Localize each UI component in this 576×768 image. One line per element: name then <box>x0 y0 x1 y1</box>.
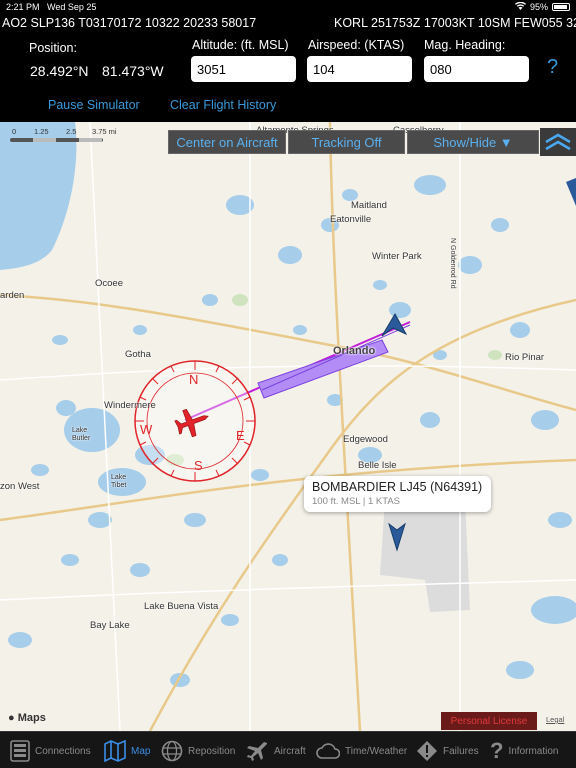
status-right: 95% <box>514 1 570 12</box>
show-hide-button[interactable]: Show/Hide ▼ <box>407 130 539 154</box>
place-label: Belle Isle <box>358 460 397 471</box>
longitude-value: 81.473°W <box>102 63 164 79</box>
legal-link[interactable]: Legal <box>546 715 564 724</box>
apple-logo-icon: ● <box>8 712 15 724</box>
battery-icon <box>552 3 570 11</box>
tab-aircraft[interactable]: Aircraft <box>245 738 306 764</box>
airplane-icon <box>247 742 267 761</box>
wifi-icon <box>514 1 526 12</box>
place-label: zon West <box>0 481 40 492</box>
metar-ticker: AO2 SLP136 T03170172 10322 20233 58017 K… <box>0 16 576 32</box>
compass-rose: N S E W <box>134 360 256 482</box>
tab-time-weather[interactable]: Time/Weather <box>316 738 407 764</box>
maps-attribution: ● Maps <box>8 712 46 724</box>
map-view[interactable]: N S E W Altamonte Springs Casselberry Ma… <box>0 122 576 731</box>
tab-label: Aircraft <box>274 745 306 757</box>
question-icon: ? <box>490 738 504 763</box>
latitude-value: 28.492°N <box>30 63 89 79</box>
place-label: Ocoee <box>95 278 123 289</box>
place-label: Windermere <box>104 400 156 411</box>
scale-tick-1: 1.25 <box>34 127 49 136</box>
app-window: { "status_bar": {"time": "2:21 PM", "dat… <box>0 0 576 768</box>
pause-simulator-button[interactable]: Pause Simulator <box>48 98 140 112</box>
scale-tick-0: 0 <box>12 127 17 136</box>
airspeed-label: Airspeed: (KTAS) <box>308 38 405 52</box>
traffic-callout-detail: 100 ft. MSL | 1 KTAS <box>312 496 401 507</box>
place-label: Maitland <box>351 200 387 211</box>
personal-license-badge: Personal License <box>441 712 537 730</box>
status-bar: 2:21 PM Wed Sep 25 95% <box>0 0 576 14</box>
tab-failures[interactable]: Failures <box>416 738 479 764</box>
heading-input[interactable] <box>424 56 529 82</box>
traffic-callout-title: BOMBARDIER LJ45 (N64391) <box>312 480 483 494</box>
road-label: N Goldenrod Rd <box>449 238 456 289</box>
double-chevron-up-icon <box>545 133 571 151</box>
cloud-icon <box>316 743 340 759</box>
status-date: Wed Sep 25 <box>47 2 97 12</box>
compass-e: E <box>236 428 245 443</box>
compass-s: S <box>194 458 203 473</box>
maps-brand: Maps <box>17 712 46 724</box>
place-label: Rio Pinar <box>505 352 545 363</box>
tab-bar: Connections Map Reposition Aircraft Time… <box>0 731 576 768</box>
tab-label: Failures <box>443 745 479 757</box>
map-icon <box>104 740 126 762</box>
tracking-toggle-button[interactable]: Tracking Off <box>288 130 405 154</box>
scale-tick-2: 2.5 <box>66 127 77 136</box>
traffic-edge-icon[interactable] <box>564 178 576 208</box>
place-label: arden <box>0 290 25 301</box>
metar-left: AO2 SLP136 T03170172 10322 20233 58017 <box>2 16 257 30</box>
place-label: Bay Lake <box>90 620 130 631</box>
tab-label: Time/Weather <box>345 745 408 757</box>
tab-information[interactable]: ? Information <box>490 738 558 764</box>
collapse-panel-button[interactable] <box>540 128 576 156</box>
tab-reposition[interactable]: Reposition <box>161 738 235 764</box>
scale-tick-3: 3.75 mi <box>92 127 117 136</box>
warning-icon <box>417 741 437 761</box>
traffic-callout[interactable]: BOMBARDIER LJ45 (N64391) 100 ft. MSL | 1… <box>304 476 491 512</box>
clear-flight-history-button[interactable]: Clear Flight History <box>170 98 276 112</box>
globe-icon <box>161 740 183 762</box>
position-label: Position: <box>29 41 77 55</box>
battery-percent: 95% <box>529 2 548 12</box>
place-label: Edgewood <box>343 434 388 445</box>
connections-icon <box>10 740 30 762</box>
place-label: Orlando <box>333 345 376 357</box>
place-label: Lake Buena Vista <box>144 601 219 612</box>
tab-label: Connections <box>35 745 91 757</box>
place-label: Gotha <box>125 349 151 360</box>
altitude-input[interactable] <box>191 56 296 82</box>
traffic-arrow-icon[interactable] <box>378 312 408 346</box>
center-on-aircraft-button[interactable]: Center on Aircraft <box>168 130 286 154</box>
airspeed-input[interactable] <box>307 56 412 82</box>
tab-label: Map <box>131 745 151 757</box>
heading-label: Mag. Heading: <box>424 38 506 52</box>
metar-right: KORL 251753Z 17003KT 10SM FEW055 32 <box>334 16 576 30</box>
tab-connections[interactable]: Connections <box>10 738 91 764</box>
status-time: 2:21 PM <box>6 2 40 12</box>
help-button[interactable]: ? <box>547 56 558 79</box>
place-label: Eatonville <box>330 214 372 225</box>
place-label: Lake Tibet <box>111 474 127 489</box>
altitude-label: Altitude: (ft. MSL) <box>192 38 289 52</box>
traffic-lj45-icon[interactable] <box>386 522 408 552</box>
place-label: Winter Park <box>372 251 422 262</box>
place-label: Lake Butler <box>72 427 91 442</box>
tab-label: Information <box>508 745 559 757</box>
tab-label: Reposition <box>188 745 236 757</box>
compass-n: N <box>189 372 198 387</box>
compass-w: W <box>140 422 153 437</box>
tab-map[interactable]: Map <box>104 738 150 764</box>
